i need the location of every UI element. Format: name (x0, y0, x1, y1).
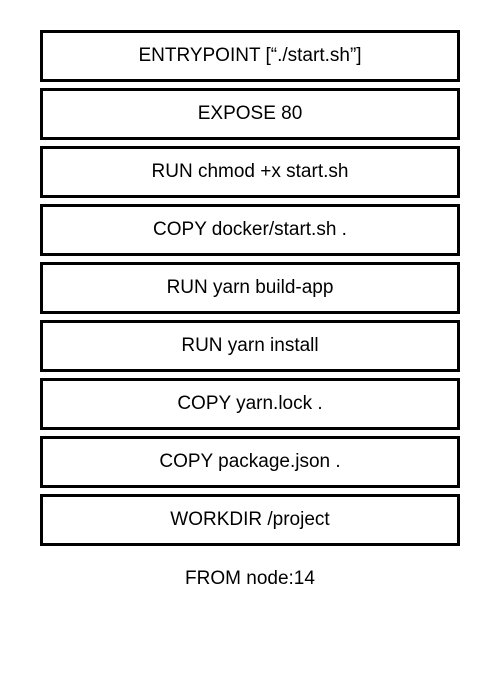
layer-copy-yarnlock: COPY yarn.lock . (40, 378, 460, 430)
layer-expose: EXPOSE 80 (40, 88, 460, 140)
base-image-label: FROM node:14 (40, 568, 460, 590)
layer-stack: ENTRYPOINT [“./start.sh”] EXPOSE 80 RUN … (40, 30, 460, 546)
layer-run-chmod: RUN chmod +x start.sh (40, 146, 460, 198)
layer-entrypoint: ENTRYPOINT [“./start.sh”] (40, 30, 460, 82)
layer-run-build: RUN yarn build-app (40, 262, 460, 314)
layer-workdir: WORKDIR /project (40, 494, 460, 546)
layer-copy-packagejson: COPY package.json . (40, 436, 460, 488)
layer-copy-startsh: COPY docker/start.sh . (40, 204, 460, 256)
layer-run-install: RUN yarn install (40, 320, 460, 372)
